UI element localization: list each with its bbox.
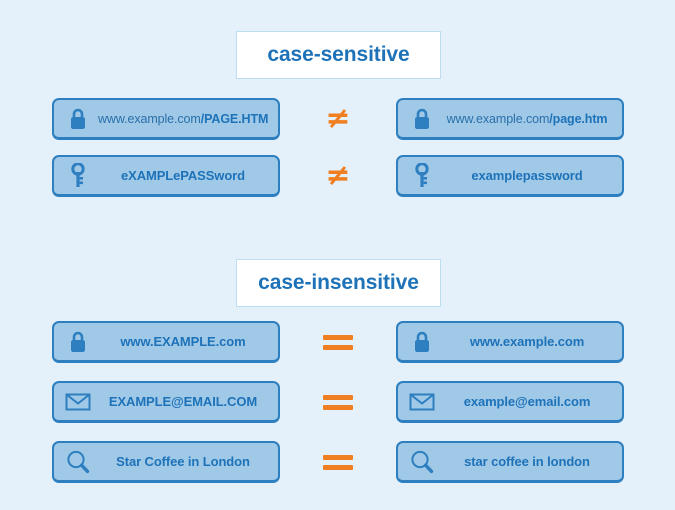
search-icon bbox=[54, 443, 98, 480]
equals-bar-top bbox=[323, 394, 353, 400]
key-icon bbox=[54, 157, 98, 194]
item-box-search-lowercase: star coffee in london bbox=[396, 441, 624, 483]
item-box-url-uppercase: www.example.com/PAGE.HTM bbox=[52, 98, 280, 140]
lock-icon bbox=[54, 100, 98, 137]
equals-sign bbox=[305, 321, 371, 363]
section-heading-label: case-insensitive bbox=[258, 271, 419, 294]
url-prefix: www.example.com bbox=[446, 111, 550, 126]
operator-glyph: ≠ bbox=[325, 158, 351, 193]
item-box-domain-uppercase: www.EXAMPLE.com bbox=[52, 321, 280, 363]
equals-bar-bottom bbox=[323, 464, 353, 470]
item-label: www.EXAMPLE.com bbox=[120, 334, 246, 349]
item-label: star coffee in london bbox=[464, 454, 590, 469]
item-label: www.example.com bbox=[469, 334, 585, 349]
section-heading-case-insensitive: case-insensitive bbox=[236, 259, 441, 307]
item-label: EXAMPLE@EMAIL.COM bbox=[108, 394, 258, 409]
lock-icon bbox=[398, 100, 442, 137]
url-path: /PAGE.HTM bbox=[200, 111, 269, 126]
lock-icon bbox=[54, 323, 98, 360]
section-heading-case-sensitive: case-sensitive bbox=[236, 31, 441, 79]
equals-sign bbox=[305, 381, 371, 423]
infographic-canvas: case-sensitive www.example.com/PAGE.HTM … bbox=[0, 0, 675, 510]
search-icon bbox=[398, 443, 442, 480]
equals-bar-bottom bbox=[323, 344, 353, 350]
url-path: /page.htm bbox=[549, 111, 608, 126]
item-box-password-lowercase: examplepassword bbox=[396, 155, 624, 197]
item-box-email-uppercase: EXAMPLE@EMAIL.COM bbox=[52, 381, 280, 423]
operator-glyph: ≠ bbox=[325, 101, 351, 136]
url-prefix: www.example.com bbox=[98, 111, 201, 126]
item-box-password-mixedcase: eXAMPLePASSword bbox=[52, 155, 280, 197]
key-icon bbox=[398, 157, 442, 194]
equals-bar-top bbox=[323, 454, 353, 460]
item-label: eXAMPLePASSword bbox=[121, 168, 245, 183]
item-label: examplepassword bbox=[471, 168, 583, 183]
envelope-icon bbox=[398, 383, 442, 420]
item-label: Star Coffee in London bbox=[116, 454, 250, 469]
equals-bar-bottom bbox=[323, 404, 353, 410]
equals-bar-top bbox=[323, 334, 353, 340]
item-label: www.example.com/page.htm bbox=[442, 112, 622, 126]
equals-sign bbox=[305, 441, 371, 483]
not-equal-sign: ≠ bbox=[305, 155, 371, 197]
section-heading-label: case-sensitive bbox=[267, 43, 410, 66]
item-box-email-lowercase: example@email.com bbox=[396, 381, 624, 423]
item-box-url-lowercase: www.example.com/page.htm bbox=[396, 98, 624, 140]
item-box-search-titlecase: Star Coffee in London bbox=[52, 441, 280, 483]
item-label: example@email.com bbox=[463, 394, 591, 409]
lock-icon bbox=[398, 323, 442, 360]
not-equal-sign: ≠ bbox=[305, 98, 371, 140]
item-label: www.example.com/PAGE.HTM bbox=[98, 112, 278, 126]
envelope-icon bbox=[54, 383, 98, 420]
item-box-domain-lowercase: www.example.com bbox=[396, 321, 624, 363]
